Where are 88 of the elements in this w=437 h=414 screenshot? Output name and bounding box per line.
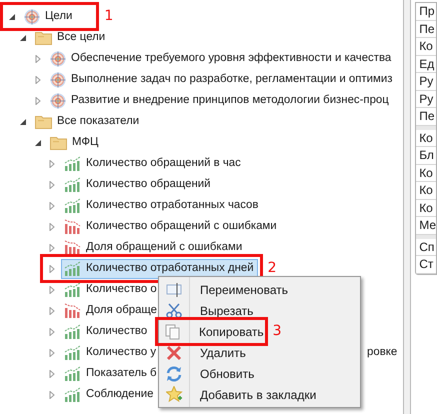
folder-icon bbox=[35, 30, 52, 45]
tree-item[interactable]: Доля обраще bbox=[61, 300, 162, 320]
property-label: Ко bbox=[416, 182, 436, 200]
collapsed-arrow-icon[interactable] bbox=[34, 54, 42, 62]
collapsed-arrow-icon[interactable] bbox=[48, 306, 56, 314]
target-icon bbox=[50, 72, 66, 88]
tree-item[interactable]: Цели bbox=[21, 6, 76, 26]
tree-item[interactable]: Доля обращений с ошибками bbox=[61, 238, 246, 258]
collapsed-arrow-icon[interactable] bbox=[34, 76, 42, 84]
target-icon bbox=[50, 50, 66, 66]
property-label: Пе bbox=[416, 108, 436, 126]
tree-item[interactable]: Показатель б bbox=[61, 364, 161, 384]
tree-item[interactable]: Количество у bbox=[61, 342, 160, 362]
rising-bar-chart-icon bbox=[64, 261, 81, 276]
falling-bar-chart-icon bbox=[64, 303, 81, 318]
property-label: Ко bbox=[416, 200, 436, 217]
rising-bar-chart-icon bbox=[64, 387, 81, 402]
annotation-number: 1 bbox=[104, 7, 114, 26]
menu-item[interactable]: Удалить bbox=[159, 342, 246, 363]
property-label: Сп bbox=[416, 238, 436, 256]
rising-bar-chart-icon bbox=[64, 198, 81, 213]
tree-item[interactable]: МФЦ bbox=[47, 132, 102, 152]
collapsed-arrow-icon[interactable] bbox=[48, 370, 56, 378]
target-icon bbox=[50, 92, 66, 108]
tree-item[interactable]: Количество bbox=[61, 322, 152, 342]
menu-item[interactable]: Обновить bbox=[159, 363, 254, 384]
property-label: Ру bbox=[416, 73, 436, 90]
tree-item[interactable]: Все показатели bbox=[32, 112, 144, 132]
rising-bar-chart-icon bbox=[64, 366, 81, 381]
rising-bar-chart-icon bbox=[64, 156, 81, 171]
rising-bar-chart-icon bbox=[64, 324, 81, 339]
menu-item[interactable]: Вырезать bbox=[159, 300, 254, 321]
scissors-icon bbox=[166, 302, 182, 318]
expanded-arrow-icon[interactable] bbox=[34, 138, 42, 146]
folder-icon bbox=[50, 135, 67, 150]
property-label: Ру bbox=[416, 90, 436, 108]
target-icon bbox=[24, 8, 40, 24]
tree-item[interactable]: Соблюдение bbox=[61, 384, 158, 404]
property-label: Бл bbox=[416, 147, 436, 164]
tree-item[interactable]: Все цели bbox=[32, 28, 110, 48]
refresh-icon bbox=[166, 366, 182, 382]
tree-item-text: ровке bbox=[367, 344, 398, 360]
menu-item[interactable]: Копировать bbox=[158, 321, 264, 342]
tree-item[interactable]: Количество обращений bbox=[61, 174, 214, 194]
collapsed-arrow-icon[interactable] bbox=[34, 96, 42, 104]
rename-icon bbox=[166, 282, 182, 298]
collapsed-arrow-icon[interactable] bbox=[48, 328, 56, 336]
tree-item[interactable]: Количество отработанных часов bbox=[61, 196, 262, 216]
tree-item[interactable]: Количество обращений с ошибками bbox=[61, 216, 281, 236]
falling-bar-chart-icon bbox=[64, 219, 81, 234]
collapsed-arrow-icon[interactable] bbox=[48, 180, 56, 188]
annotation-number: 2 bbox=[268, 259, 277, 278]
tree-item[interactable]: Количество обращений в час bbox=[61, 154, 245, 174]
collapsed-arrow-icon[interactable] bbox=[48, 202, 56, 210]
collapsed-arrow-icon[interactable] bbox=[48, 348, 56, 356]
tree-item[interactable]: Развитие и внедрение принципов методологии бизнес-проц bbox=[47, 90, 393, 110]
annotation-number: 3 bbox=[272, 322, 282, 341]
collapsed-arrow-icon[interactable] bbox=[48, 160, 56, 168]
folder-icon bbox=[35, 114, 52, 129]
menu-item[interactable]: Добавить в закладки bbox=[159, 384, 316, 405]
property-label: Пе bbox=[416, 20, 436, 38]
star-icon bbox=[166, 386, 182, 403]
collapsed-arrow-icon[interactable] bbox=[48, 390, 56, 398]
property-label: Ко bbox=[416, 38, 436, 56]
rising-bar-chart-icon bbox=[64, 345, 81, 360]
menu-item[interactable]: Переименовать bbox=[159, 279, 288, 300]
collapsed-arrow-icon[interactable] bbox=[48, 264, 56, 272]
tree-item[interactable]: Выполнение задач по разработке, регламентации и оптимиз bbox=[47, 70, 396, 90]
tree-item[interactable]: Количество отработанных дней bbox=[61, 258, 258, 278]
collapsed-arrow-icon[interactable] bbox=[48, 222, 56, 230]
property-label: Пр bbox=[416, 3, 436, 20]
property-label: Ст bbox=[416, 256, 436, 274]
property-label: Ед bbox=[416, 56, 436, 73]
expanded-arrow-icon[interactable] bbox=[8, 12, 16, 20]
tree-item[interactable]: Обеспечение требуемого уровня эффективности и качества bbox=[47, 48, 396, 68]
property-label: Ко bbox=[416, 164, 436, 182]
rising-bar-chart-icon bbox=[64, 177, 81, 192]
collapsed-arrow-icon[interactable] bbox=[48, 286, 56, 294]
expanded-arrow-icon[interactable] bbox=[19, 34, 27, 42]
delete-icon bbox=[166, 344, 182, 360]
expanded-arrow-icon[interactable] bbox=[19, 118, 27, 126]
copy-icon bbox=[165, 324, 181, 340]
tree-item[interactable]: Количество о bbox=[61, 280, 161, 300]
falling-bar-chart-icon bbox=[64, 240, 81, 255]
collapsed-arrow-icon[interactable] bbox=[48, 244, 56, 252]
property-label: Ме bbox=[416, 217, 436, 234]
rising-bar-chart-icon bbox=[64, 282, 81, 297]
property-label: Ко bbox=[416, 130, 436, 147]
